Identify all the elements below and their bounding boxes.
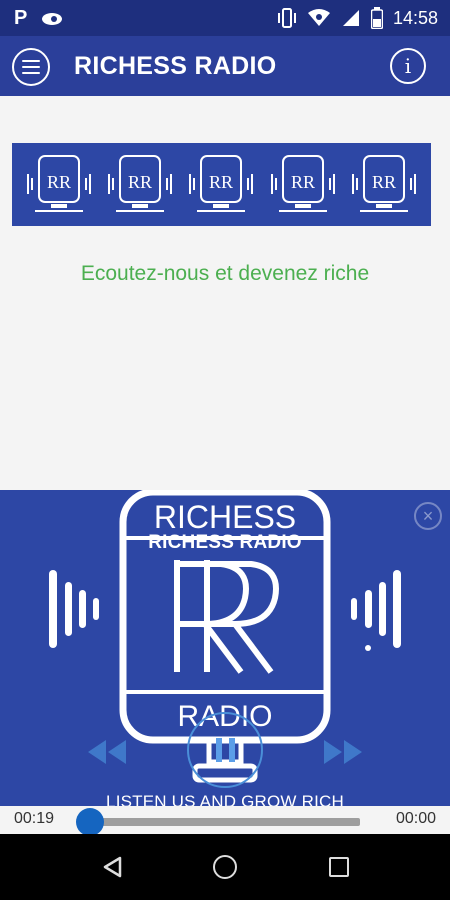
tagline: Ecoutez-nous et devenez riche: [80, 262, 370, 285]
banner-image: RR RR RR RR RR: [12, 143, 431, 226]
back-icon[interactable]: [100, 855, 124, 879]
progress-row: 00:19 00:00: [0, 806, 450, 836]
banner-logo: RR: [106, 152, 174, 218]
banner-logo: RR: [25, 152, 93, 218]
seek-thumb[interactable]: [76, 808, 104, 836]
parking-icon: P: [14, 7, 28, 29]
menu-icon: [22, 60, 40, 62]
app-title: RICHESS RADIO: [74, 52, 277, 80]
seek-bar[interactable]: [90, 818, 360, 826]
svg-text:RR: RR: [128, 172, 152, 192]
battery-icon: [370, 7, 383, 29]
navigation-bar: [0, 834, 450, 900]
pause-button[interactable]: [187, 712, 263, 788]
info-icon: i: [404, 54, 412, 78]
menu-button[interactable]: [12, 48, 50, 86]
banner-logo: RR: [187, 152, 255, 218]
svg-text:RR: RR: [372, 172, 396, 192]
pause-icon: [215, 738, 235, 762]
banner-logo: RR: [269, 152, 337, 218]
info-button[interactable]: i: [390, 48, 426, 84]
status-time: 14:58: [392, 7, 438, 28]
status-bar: P 14:58: [0, 0, 450, 36]
close-button[interactable]: ×: [414, 502, 442, 530]
total-time: 00:00: [395, 810, 436, 827]
home-icon[interactable]: [213, 855, 237, 879]
player-panel: RICHESS RADIO RICHESS RADIO × LISTEN US …: [0, 490, 450, 812]
logo-top-text: RICHESS: [154, 499, 296, 535]
banner-logo: RR: [350, 152, 418, 218]
fast-forward-icon[interactable]: [322, 738, 364, 766]
elapsed-time: 00:19: [14, 810, 55, 827]
close-icon: ×: [422, 505, 434, 526]
recent-apps-icon[interactable]: [329, 857, 349, 877]
station-name: RICHESS RADIO: [148, 532, 302, 553]
svg-text:RR: RR: [291, 172, 315, 192]
svg-text:RR: RR: [209, 172, 233, 192]
svg-text:RR: RR: [47, 172, 71, 192]
wifi-icon: [307, 9, 330, 26]
cell-signal-icon: [342, 10, 359, 26]
rewind-icon[interactable]: [86, 738, 128, 766]
app-bar: RICHESS RADIO i: [0, 36, 450, 96]
vibrate-icon: [277, 8, 296, 28]
eye-icon: [42, 12, 63, 25]
